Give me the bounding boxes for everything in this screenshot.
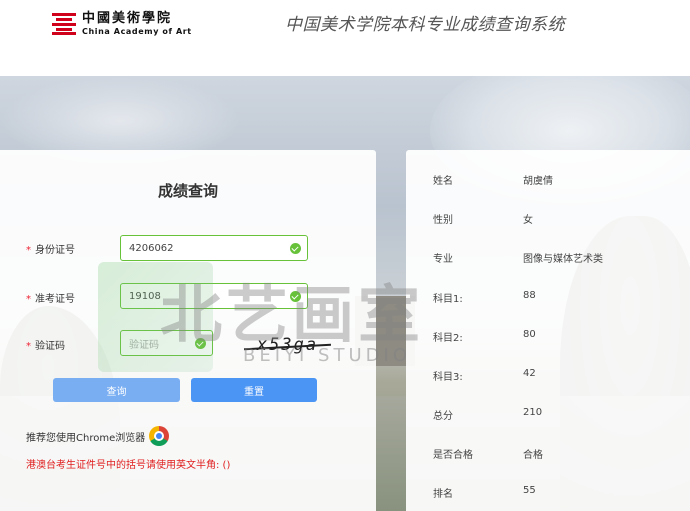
watermark-english: BEIYI STUDIO bbox=[243, 345, 411, 366]
id-number-input[interactable]: 4206062 bbox=[120, 235, 308, 261]
result-row-passed: 是否合格 合格 bbox=[433, 450, 543, 461]
check-icon bbox=[290, 243, 301, 254]
result-row-subject3: 科目3: 42 bbox=[433, 368, 536, 383]
result-row-subject1: 科目1: 88 bbox=[433, 290, 536, 305]
result-row-name: 姓名 胡虞倩 bbox=[433, 176, 553, 187]
exam-number-label: * 准考证号 bbox=[26, 294, 75, 305]
chrome-icon bbox=[149, 426, 170, 446]
logo-mark-icon bbox=[52, 13, 76, 35]
result-row-major: 专业 图像与媒体艺术类 bbox=[433, 254, 603, 265]
result-panel: 姓名 胡虞倩 性别女 专业 图像与媒体艺术类 科目1: 88 科目2: 80 科目3: 4… bbox=[406, 150, 690, 511]
hk-macau-taiwan-tip: 港澳台考生证件号中的括号请使用英文半角: () bbox=[26, 460, 231, 471]
result-row-total: 总分 210 bbox=[433, 407, 543, 422]
form-title: 成绩查询 bbox=[157, 182, 218, 200]
result-row-subject2: 科目2: 80 bbox=[433, 329, 536, 344]
captcha-label: * 验证码 bbox=[26, 341, 65, 352]
id-number-label: * 身份证号 bbox=[26, 245, 75, 256]
browser-recommendation: 推荐您使用Chrome浏览器 bbox=[26, 426, 170, 446]
academy-logo[interactable]: 中國美術學院 China Academy of Art bbox=[52, 9, 192, 39]
query-button[interactable]: 查询 bbox=[53, 378, 180, 402]
reset-button[interactable]: 重置 bbox=[191, 378, 317, 402]
page-header: 中國美術學院 China Academy of Art 中国美术学院本科专业成绩… bbox=[0, 0, 690, 76]
logo-english-name: China Academy of Art bbox=[82, 27, 192, 36]
watermark-chinese: 北艺画室 bbox=[160, 278, 425, 351]
result-row-gender: 性别女 bbox=[433, 215, 533, 226]
result-row-rank: 排名 55 bbox=[433, 485, 536, 500]
logo-chinese-name: 中國美術學院 bbox=[82, 11, 173, 26]
system-title: 中国美术学院本科专业成绩查询系统 bbox=[285, 15, 565, 35]
